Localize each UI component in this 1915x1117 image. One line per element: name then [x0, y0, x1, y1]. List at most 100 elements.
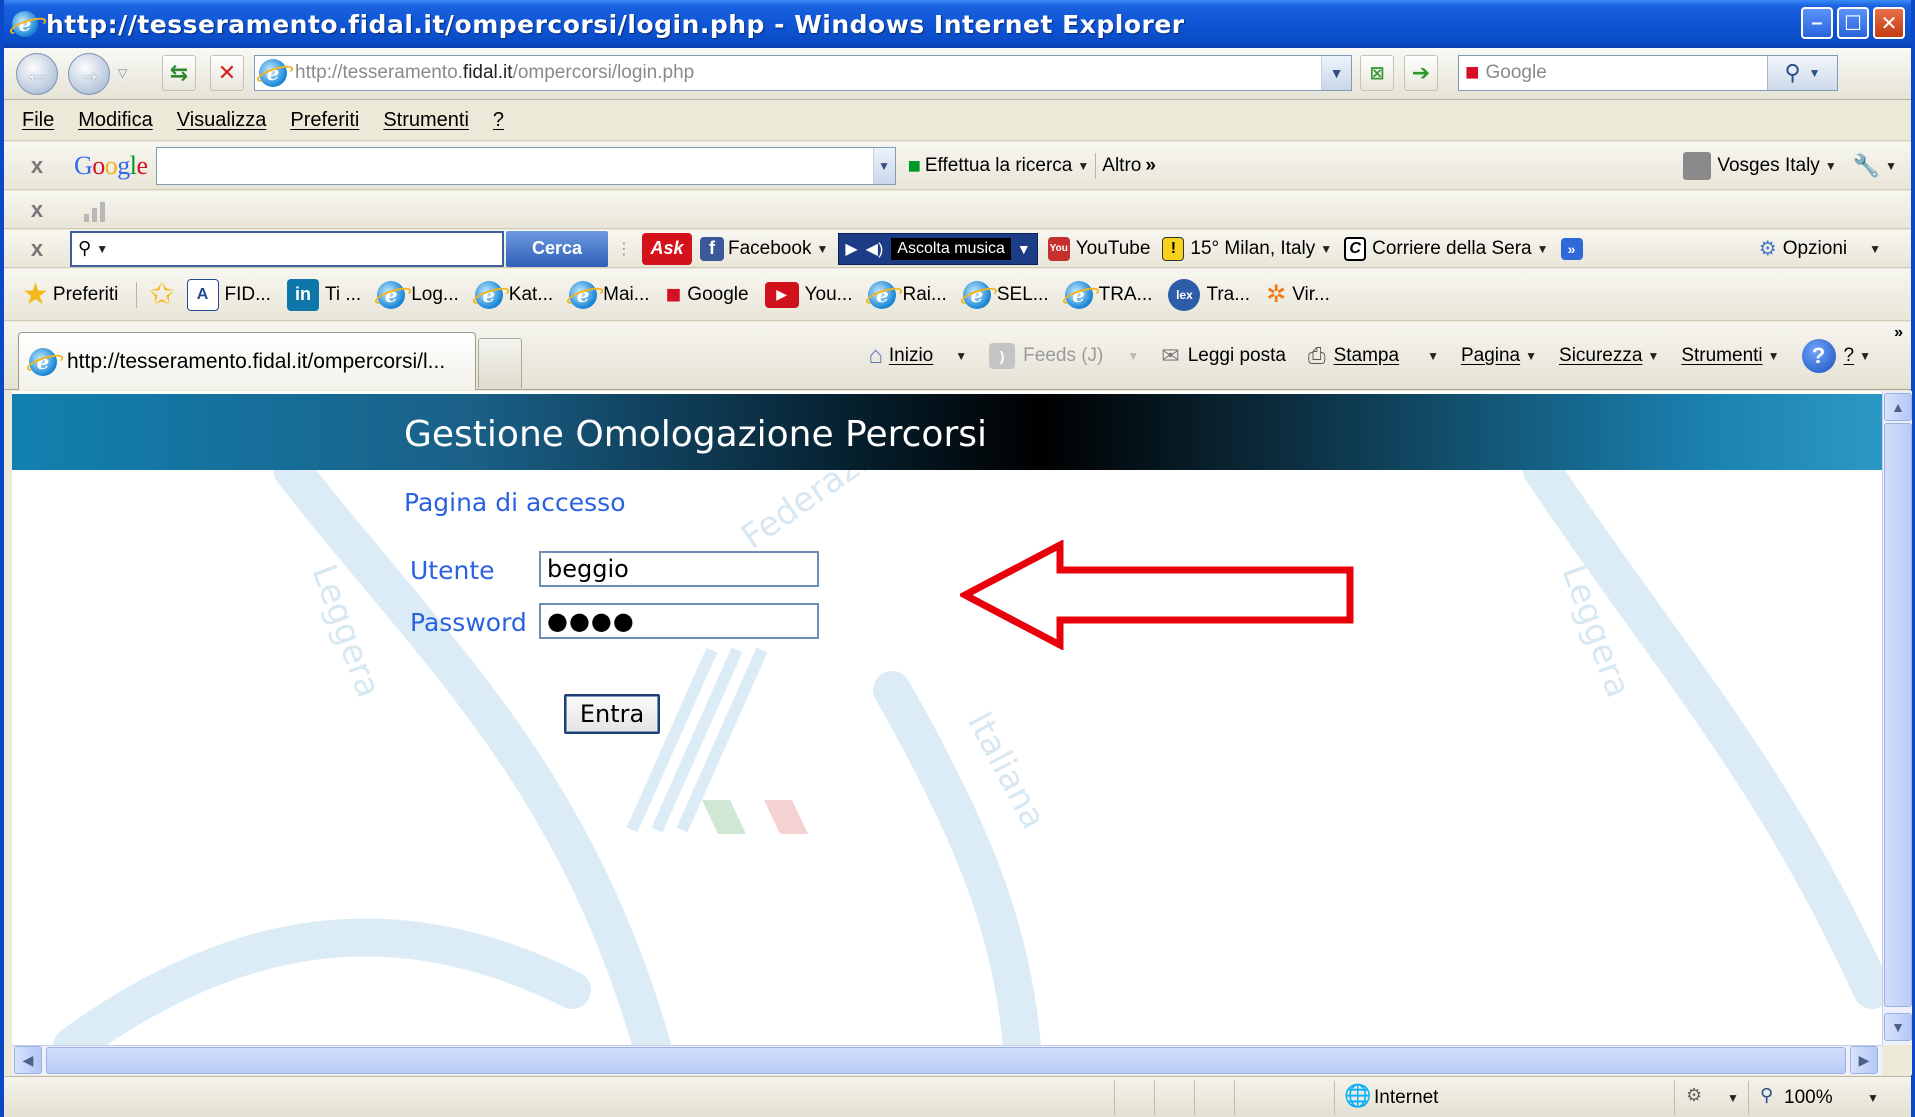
menu-modifica[interactable]: Modifica [78, 109, 152, 132]
facebook-button[interactable]: Facebook [728, 238, 811, 260]
favorite-item-vir[interactable]: ✲ Vir... [1266, 280, 1330, 309]
account-button[interactable]: Vosges Italy [1717, 155, 1819, 177]
forward-button[interactable]: → [68, 53, 110, 95]
zoom-icon[interactable]: ⚲ [1760, 1085, 1773, 1106]
protected-mode-caret-icon[interactable]: ▼ [1727, 1091, 1739, 1105]
address-url[interactable]: http://tesseramento.fidal.it/ompercorsi/… [295, 62, 694, 84]
vertical-scrollbar[interactable]: ▲ ▼ [1882, 391, 1912, 1045]
account-caret-icon[interactable]: ▼ [1825, 159, 1837, 173]
volume-icon[interactable]: ◀) [866, 239, 884, 259]
favorite-item-kat[interactable]: e Kat... [474, 280, 553, 309]
scroll-down-button[interactable]: ▼ [1884, 1013, 1912, 1041]
compatibility-view-button[interactable]: ⊠ [1360, 55, 1394, 91]
scroll-up-button[interactable]: ▲ [1884, 393, 1912, 421]
safety-menu-button[interactable]: Sicurezza ▼ [1559, 345, 1659, 367]
wrench-icon[interactable]: 🔧 [1853, 153, 1880, 179]
password-field[interactable]: ●●●● [539, 603, 819, 639]
favorite-item-rai[interactable]: e Rai... [868, 280, 947, 309]
close-toolbar-icon[interactable]: x [20, 236, 54, 262]
weather-caret-icon[interactable]: ▼ [1320, 242, 1332, 256]
favorite-item-fidal[interactable]: A FID... [186, 278, 271, 311]
youtube-button[interactable]: YouTube [1076, 238, 1151, 260]
menu-file[interactable]: File [22, 109, 54, 132]
menu-visualizza[interactable]: Visualizza [177, 109, 267, 132]
refresh-button[interactable]: ⇆ [162, 55, 196, 91]
help-menu-button[interactable]: ?? ▼ [1801, 339, 1871, 373]
window-controls: – ☐ ✕ [1801, 7, 1905, 39]
status-bar: 🌐 Internet ⚙ ▼ ⚲ 100% ▼ [4, 1076, 1911, 1117]
page-ie-icon: e [259, 59, 287, 87]
close-button[interactable]: ✕ [1873, 7, 1905, 39]
tools-menu-button[interactable]: Strumenti ▼ [1681, 345, 1779, 367]
search-button[interactable]: ⚲ ▼ [1767, 56, 1837, 90]
favorite-item-linkedin[interactable]: in Ti ... [286, 278, 361, 311]
favorite-item-mai[interactable]: e Mai... [569, 280, 650, 309]
tab-current[interactable]: e http://tesseramento.fidal.it/ompercors… [18, 332, 476, 390]
username-field[interactable]: beggio [539, 551, 819, 587]
vertical-scroll-thumb[interactable] [1884, 423, 1912, 1007]
wrench-caret-icon[interactable]: ▼ [1885, 159, 1897, 173]
add-favorite-icon[interactable]: ✩ [149, 277, 174, 312]
zoom-level[interactable]: 100% [1784, 1087, 1833, 1109]
google-search-button[interactable]: Effettua la ricerca [925, 155, 1073, 177]
options-button[interactable]: Opzioni [1783, 238, 1847, 260]
more-chevron-icon[interactable]: » [1560, 237, 1583, 260]
corriere-button[interactable]: Corriere della Sera [1372, 238, 1531, 260]
menu-preferiti[interactable]: Preferiti [290, 109, 359, 132]
command-bar-overflow-icon[interactable]: » [1894, 324, 1903, 342]
close-toolbar-icon[interactable]: x [20, 153, 54, 179]
favorite-item-tra[interactable]: e TRA... [1064, 280, 1152, 309]
scroll-right-button[interactable]: ▶ [1850, 1046, 1878, 1074]
new-tab-button[interactable] [478, 338, 522, 388]
stop-button[interactable]: ✕ [210, 55, 244, 91]
google-search-input[interactable]: ▼ [155, 146, 896, 185]
favorites-button[interactable]: Preferiti [53, 284, 118, 306]
google-logo: Google [74, 150, 148, 180]
ask-logo-icon[interactable]: Ask [642, 232, 692, 265]
menu-strumenti[interactable]: Strumenti [383, 109, 469, 132]
more-button[interactable]: Altro [1102, 155, 1141, 177]
history-dropdown-icon[interactable]: ▽ [118, 66, 127, 80]
maximize-button[interactable]: ☐ [1837, 7, 1869, 39]
search-options-caret-icon[interactable]: ▼ [1077, 159, 1089, 173]
google-search-dropdown[interactable]: ▼ [872, 147, 895, 184]
search-box[interactable]: ■ Google ⚲ ▼ [1458, 55, 1838, 91]
read-mail-button[interactable]: ✉ Leggi posta [1161, 343, 1286, 369]
print-button[interactable]: ⎙ Stampa ▼ [1308, 343, 1439, 369]
scroll-left-button[interactable]: ◀ [14, 1046, 42, 1074]
address-bar[interactable]: e http://tesseramento.fidal.it/ompercors… [254, 55, 1352, 91]
music-caret-icon[interactable]: ▼ [1017, 241, 1031, 257]
horizontal-scrollbar[interactable]: ◀ ▶ [12, 1045, 1882, 1075]
favorite-item-sel[interactable]: e SEL... [962, 280, 1049, 309]
options-caret-icon[interactable]: ▼ [1869, 242, 1881, 256]
resize-handle-icon[interactable]: ⋮ [616, 239, 632, 259]
page-menu-button[interactable]: Pagina ▼ [1461, 345, 1537, 367]
home-button[interactable]: ⌂ Inizio ▼ [868, 342, 967, 370]
cerca-button[interactable]: Cerca [506, 230, 608, 267]
facebook-caret-icon[interactable]: ▼ [816, 242, 828, 256]
favorite-item-google[interactable]: ■ Google [666, 279, 749, 310]
play-icon[interactable]: ▶ [845, 239, 857, 259]
zoom-caret-icon[interactable]: ▼ [1867, 1091, 1879, 1105]
back-arrow-icon: ← [25, 60, 49, 87]
favorite-item-log[interactable]: e Log... [377, 280, 459, 309]
entra-button[interactable]: Entra [564, 694, 660, 734]
horizontal-scroll-thumb[interactable] [46, 1047, 1846, 1074]
search-caret-icon[interactable]: ▼ [96, 242, 108, 256]
ie-logo-icon: e [12, 11, 38, 37]
address-dropdown-button[interactable]: ▼ [1321, 56, 1351, 90]
corriere-caret-icon[interactable]: ▼ [1537, 242, 1549, 256]
protected-mode-icon[interactable]: ⚙ [1686, 1085, 1702, 1106]
feeds-button[interactable]: ) Feeds (J) ▼ [989, 343, 1139, 369]
close-toolbar-icon[interactable]: x [20, 197, 54, 223]
ask-search-input[interactable]: ⚲ ▼ [70, 230, 504, 267]
weather-button[interactable]: 15° Milan, Italy [1190, 238, 1315, 260]
menu-help[interactable]: ? [493, 109, 504, 132]
favorite-item-lex[interactable]: lex Tra... [1168, 278, 1250, 311]
rss-icon: ) [989, 343, 1016, 369]
music-player[interactable]: ▶ ◀) Ascolta musica ▼ [838, 232, 1038, 265]
favorite-item-youtube[interactable]: ▶ You... [764, 281, 852, 308]
go-button[interactable]: ➔ [1404, 55, 1438, 91]
back-button[interactable]: ← [16, 53, 58, 95]
minimize-button[interactable]: – [1801, 7, 1833, 39]
